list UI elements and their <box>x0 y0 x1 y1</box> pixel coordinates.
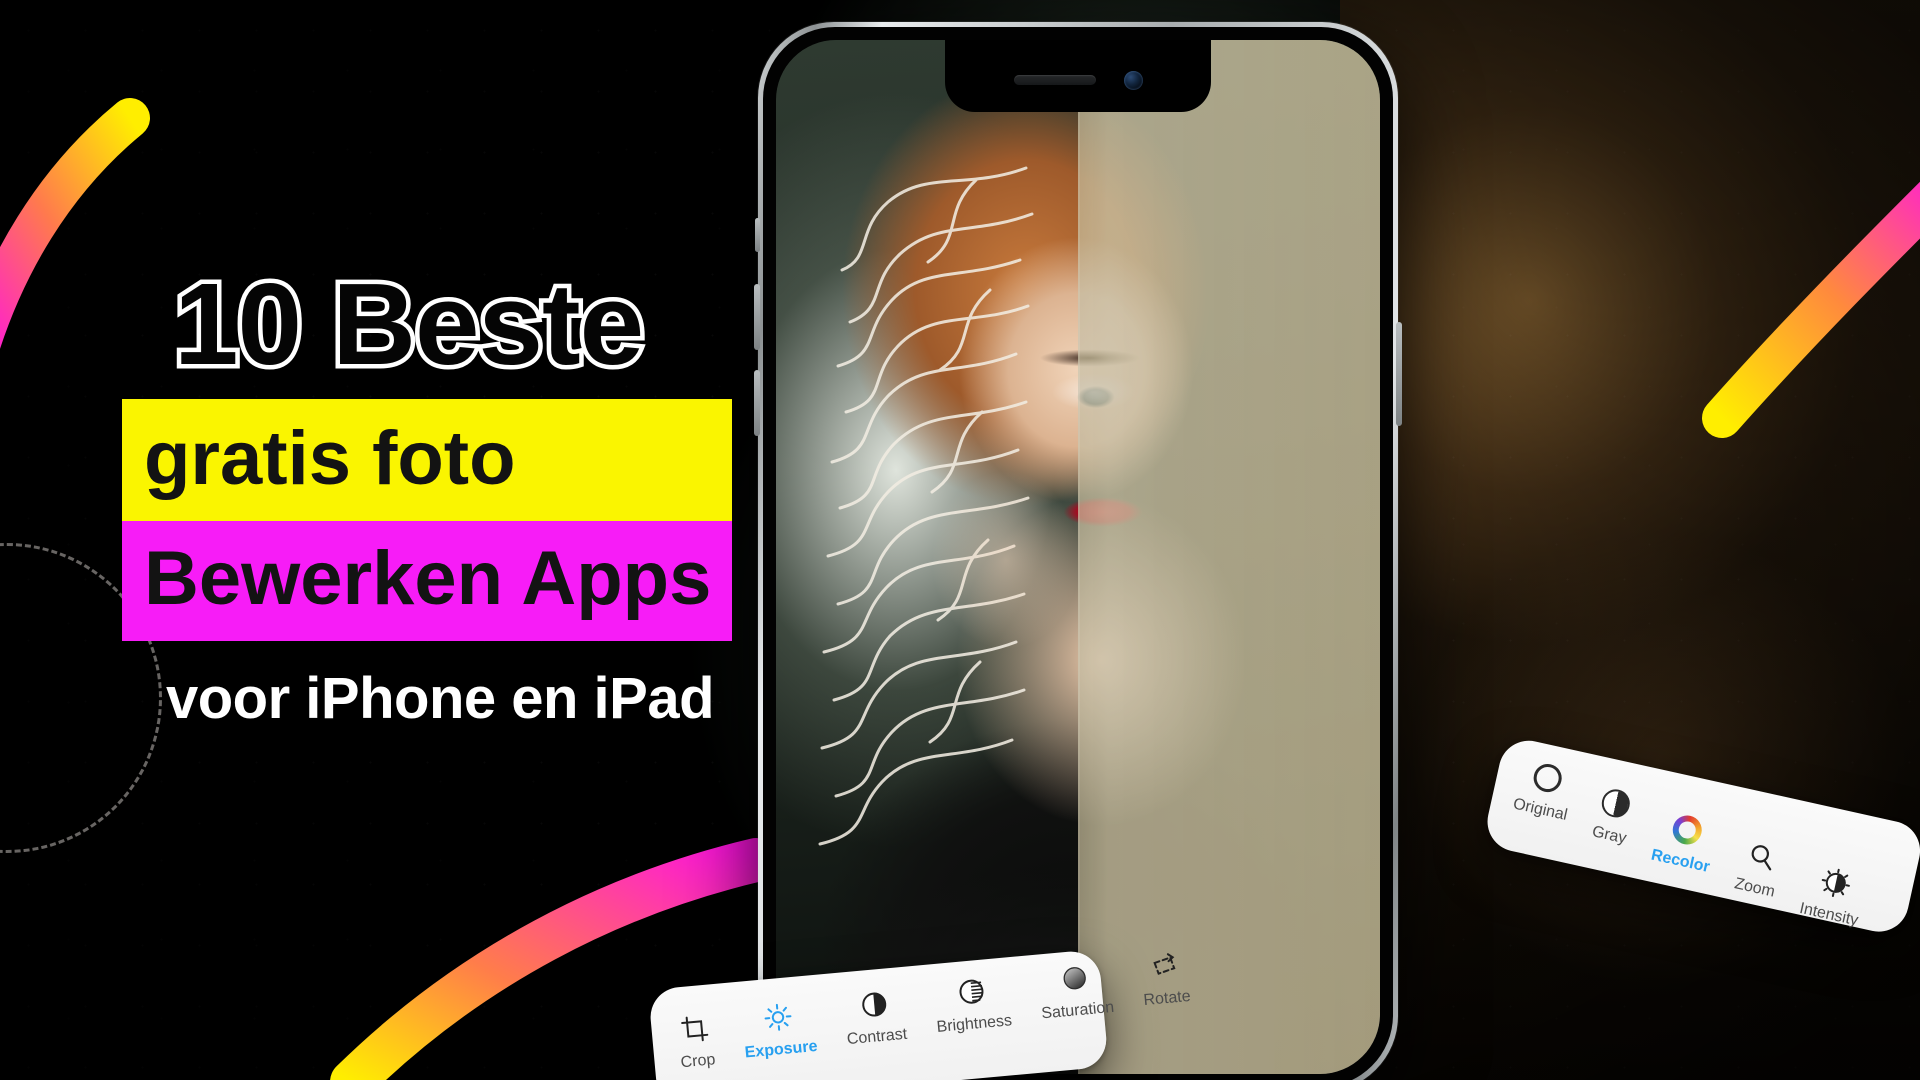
tool-contrast-label: Contrast <box>846 1025 908 1049</box>
intensity-sun-icon <box>1818 865 1854 901</box>
thumbnail-canvas: 10 Beste gratis foto Bewerken Apps voor … <box>0 0 1920 1080</box>
tool-exposure[interactable]: Exposure <box>740 999 818 1062</box>
tool-saturation-label: Saturation <box>1040 998 1115 1023</box>
headline-line-4: voor iPhone en iPad <box>166 666 715 731</box>
contrast-circle-icon <box>858 988 891 1021</box>
power-button[interactable] <box>1396 322 1402 426</box>
tool-rotate[interactable]: Rotate <box>1139 949 1191 1010</box>
iphone-mockup <box>754 22 1402 1080</box>
filter-gray[interactable]: Gray <box>1590 785 1636 848</box>
headline-block: 10 Beste gratis foto Bewerken Apps voor … <box>122 259 822 732</box>
tool-saturation[interactable]: Saturation <box>1037 960 1115 1023</box>
tool-contrast[interactable]: Contrast <box>843 987 908 1049</box>
filter-zoom[interactable]: Zoom <box>1733 837 1785 902</box>
tool-crop-label: Crop <box>679 1051 717 1072</box>
photo-after-overlay-tint <box>1078 40 1380 1074</box>
tool-exposure-label: Exposure <box>744 1037 819 1062</box>
phone-screen <box>776 40 1380 1074</box>
headline-line-3: Bewerken Apps <box>122 521 732 641</box>
phone-notch <box>945 40 1211 112</box>
phone-bezel <box>763 27 1393 1080</box>
before-after-divider <box>1078 40 1080 1074</box>
color-wheel-icon <box>1670 812 1705 848</box>
saturation-sphere-icon <box>1059 962 1092 995</box>
filter-original-label: Original <box>1511 795 1569 824</box>
sun-icon <box>762 1001 795 1034</box>
half-circle-icon <box>1599 786 1633 821</box>
silent-switch-button[interactable] <box>755 218 760 252</box>
tool-brightness[interactable]: Brightness <box>932 973 1013 1037</box>
headline-line-2: gratis foto <box>122 399 732 521</box>
volume-down-button[interactable] <box>754 370 760 436</box>
filter-gray-label: Gray <box>1590 823 1628 848</box>
brightness-circle-icon <box>955 975 988 1008</box>
front-camera-icon <box>1123 70 1143 90</box>
portrait-photo <box>776 40 1380 1074</box>
filter-zoom-label: Zoom <box>1732 875 1777 901</box>
filter-recolor[interactable]: Recolor <box>1649 808 1720 877</box>
empty-circle-icon <box>1530 760 1564 795</box>
crop-icon <box>679 1013 712 1046</box>
volume-up-button[interactable] <box>754 284 760 350</box>
magnifier-icon <box>1744 838 1780 874</box>
filter-original[interactable]: Original <box>1511 757 1577 825</box>
filter-recolor-label: Recolor <box>1649 846 1712 876</box>
rotate-icon <box>1148 950 1181 983</box>
headline-line-1: 10 Beste <box>170 259 649 389</box>
speaker-grille-icon <box>1013 75 1096 85</box>
tool-brightness-label: Brightness <box>935 1012 1013 1036</box>
tool-crop[interactable]: Crop <box>676 1012 716 1072</box>
